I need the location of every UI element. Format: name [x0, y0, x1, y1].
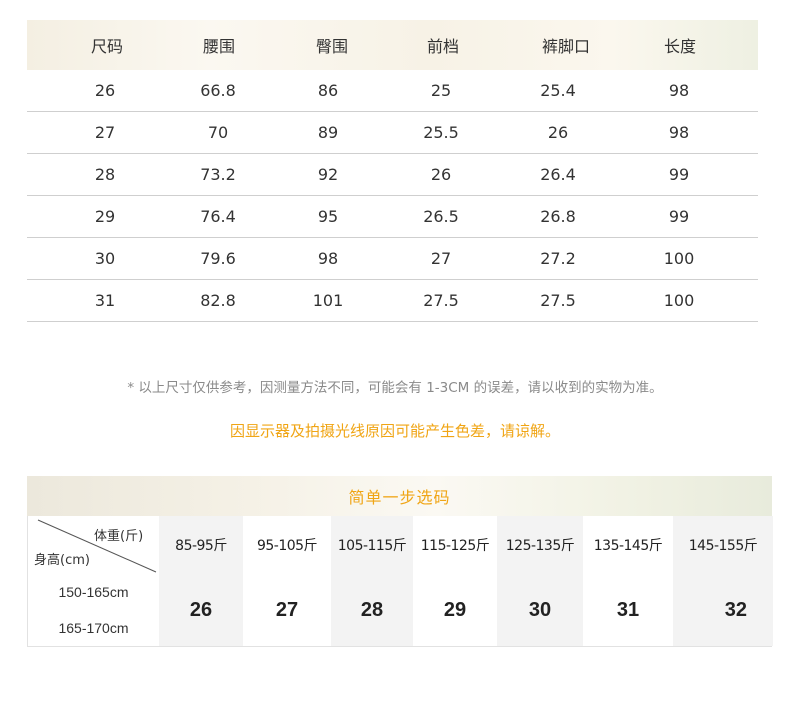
quick-size-picker: 简单一步选码 体重(斤) 身高(cm) 85-95斤 95-105斤 105-1… [27, 476, 773, 647]
cell-waist: 70 [207, 123, 229, 142]
cell-leg-opening: 26.8 [540, 207, 576, 226]
weight-range-header: 125-135斤 [497, 516, 583, 574]
recommended-size: 31 [583, 574, 673, 646]
cell-hip: 101 [312, 291, 344, 310]
measurement-disclaimer: * 以上尺寸仅供参考，因测量方法不同，可能会有 1-3CM 的误差，请以收到的实… [127, 380, 663, 396]
header-leg-opening: 裤脚口 [541, 37, 591, 56]
header-size: 尺码 [90, 37, 124, 56]
cell-size: 29 [94, 207, 116, 226]
table-row: 31 82.8 101 27.5 27.5 100 [27, 280, 758, 322]
table-row: 26 66.8 86 25 25.4 98 [27, 70, 758, 112]
table-row: 29 76.4 95 26.5 26.8 99 [27, 196, 758, 238]
cell-length: 99 [668, 165, 690, 184]
cell-hip: 95 [317, 207, 339, 226]
cell-leg-opening: 26.4 [540, 165, 576, 184]
quick-pick-grid: 体重(斤) 身高(cm) 85-95斤 95-105斤 105-115斤 115… [27, 516, 773, 647]
cell-size: 30 [94, 249, 116, 268]
cell-leg-opening: 25.4 [540, 81, 576, 100]
height-range-label: 150-165cm [28, 574, 160, 611]
cell-front-rise: 27.5 [423, 291, 459, 310]
size-table-header: 尺码 腰围 臀围 前档 裤脚口 长度 [27, 20, 758, 70]
cell-front-rise: 26.5 [423, 207, 459, 226]
header-front-rise: 前档 [426, 37, 460, 56]
cell-leg-opening: 26 [547, 123, 569, 142]
weight-range-header: 105-115斤 [331, 516, 413, 574]
cell-hip: 98 [317, 249, 339, 268]
table-row: 30 79.6 98 27 27.2 100 [27, 238, 758, 280]
recommended-size: 29 [413, 574, 497, 646]
table-row: 27 70 89 25.5 26 98 [27, 112, 758, 154]
cell-leg-opening: 27.2 [540, 249, 576, 268]
cell-length: 100 [663, 249, 695, 268]
recommended-size: 28 [331, 574, 413, 646]
cell-front-rise: 25.5 [423, 123, 459, 142]
table-row: 28 73.2 92 26 26.4 99 [27, 154, 758, 196]
cell-front-rise: 25 [430, 81, 452, 100]
cell-length: 98 [668, 81, 690, 100]
weight-range-header: 145-155斤 [673, 516, 773, 574]
header-length: 长度 [663, 37, 697, 56]
cell-waist: 79.6 [200, 249, 236, 268]
weight-axis-label: 体重(斤) [94, 529, 144, 544]
quick-pick-title: 简单一步选码 [27, 476, 772, 516]
size-table: 尺码 腰围 臀围 前档 裤脚口 长度 26 66.8 86 25 25.4 98… [27, 20, 758, 322]
weight-range-header: 135-145斤 [583, 516, 673, 574]
height-range-label: 165-170cm [28, 610, 160, 646]
cell-length: 99 [668, 207, 690, 226]
diagonal-header-cell: 体重(斤) 身高(cm) [28, 516, 160, 574]
color-notice: 因显示器及拍摄光线原因可能产生色差，请谅解。 [229, 422, 560, 440]
cell-hip: 92 [317, 165, 339, 184]
cell-leg-opening: 27.5 [540, 291, 576, 310]
cell-front-rise: 27 [430, 249, 452, 268]
cell-length: 100 [663, 291, 695, 310]
recommended-size: 26 [159, 574, 243, 646]
weight-range-header: 95-105斤 [243, 516, 331, 574]
cell-front-rise: 26 [430, 165, 452, 184]
cell-size: 31 [94, 291, 116, 310]
recommended-size: 27 [243, 574, 331, 646]
cell-waist: 73.2 [200, 165, 236, 184]
height-axis-label: 身高(cm) [34, 553, 90, 568]
weight-range-header: 115-125斤 [413, 516, 497, 574]
cell-size: 28 [94, 165, 116, 184]
header-hip: 臀围 [315, 37, 349, 56]
cell-length: 98 [668, 123, 690, 142]
cell-hip: 86 [317, 81, 339, 100]
recommended-size: 30 [497, 574, 583, 646]
cell-size: 26 [94, 81, 116, 100]
cell-hip: 89 [317, 123, 339, 142]
weight-range-header: 85-95斤 [159, 516, 243, 574]
cell-waist: 82.8 [200, 291, 236, 310]
cell-waist: 66.8 [200, 81, 236, 100]
header-waist: 腰围 [202, 37, 236, 56]
recommended-size: 32 [673, 574, 773, 646]
cell-size: 27 [94, 123, 116, 142]
cell-waist: 76.4 [200, 207, 236, 226]
